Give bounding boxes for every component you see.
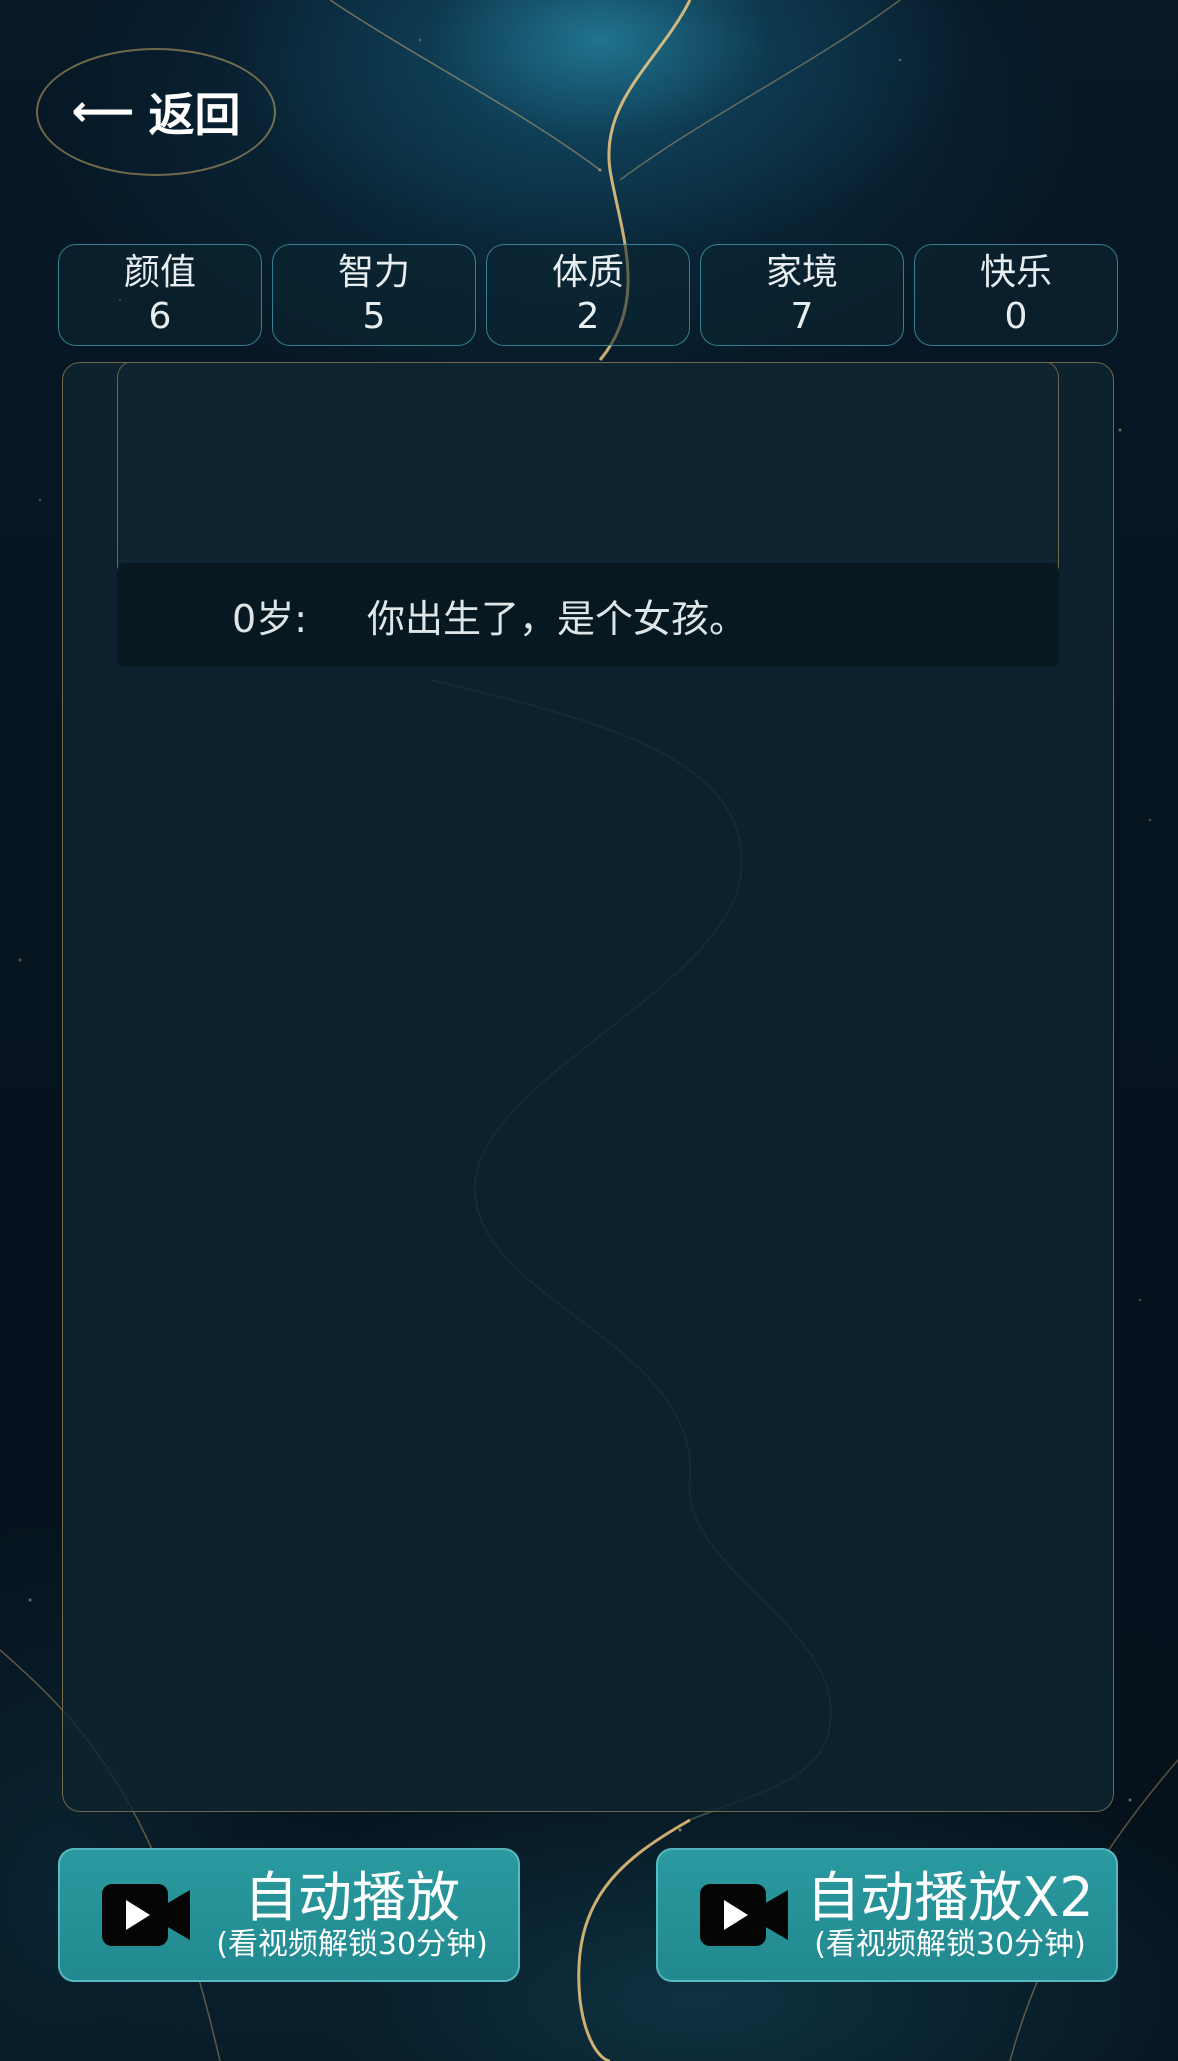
attribute-stats-bar: 颜值 6 智力 5 体质 2 家境 7 快乐 0	[58, 244, 1118, 346]
back-label: 返回	[148, 88, 241, 142]
log-entry: 0岁: 你出生了，是个女孩。	[117, 563, 1059, 667]
stat-label: 体质	[551, 252, 624, 293]
stat-value: 2	[576, 296, 600, 337]
stat-happiness: 快乐 0	[914, 244, 1118, 346]
log-entry-age: 0岁:	[232, 596, 307, 641]
auto-play-x2-sublabel: (看视频解锁30分钟)	[814, 1927, 1086, 1962]
stat-label: 智力	[337, 252, 410, 293]
log-entry-text: 你出生了，是个女孩。	[367, 596, 748, 641]
video-camera-icon	[700, 1884, 788, 1946]
stat-constitution: 体质 2	[486, 244, 690, 346]
life-log-panel[interactable]: 0岁: 你出生了，是个女孩。	[62, 362, 1114, 1812]
stat-appearance: 颜值 6	[58, 244, 262, 346]
video-camera-icon	[102, 1884, 190, 1946]
auto-play-sublabel: (看视频解锁30分钟)	[216, 1927, 488, 1962]
stat-label: 家境	[765, 252, 838, 293]
back-arrow-icon: ⟵	[71, 86, 135, 137]
log-header-frame	[117, 363, 1059, 571]
stat-family-wealth: 家境 7	[700, 244, 904, 346]
stat-value: 0	[1004, 296, 1028, 337]
auto-play-x2-label: 自动播放X2	[806, 1866, 1094, 1929]
stat-value: 7	[790, 296, 814, 337]
auto-play-x2-button[interactable]: 自动播放X2 (看视频解锁30分钟)	[656, 1848, 1118, 1982]
stat-label: 颜值	[123, 252, 196, 293]
stat-intelligence: 智力 5	[272, 244, 476, 346]
auto-play-label: 自动播放	[244, 1866, 460, 1929]
stat-label: 快乐	[979, 252, 1052, 293]
game-screen: ⟵ 返回 颜值 6 智力 5 体质 2 家境 7 快乐 0 0岁: 你出生了，是…	[0, 0, 1178, 2061]
stat-value: 6	[148, 296, 172, 337]
auto-play-button[interactable]: 自动播放 (看视频解锁30分钟)	[58, 1848, 520, 1982]
back-button[interactable]: ⟵ 返回	[36, 48, 276, 176]
stat-value: 5	[362, 296, 386, 337]
